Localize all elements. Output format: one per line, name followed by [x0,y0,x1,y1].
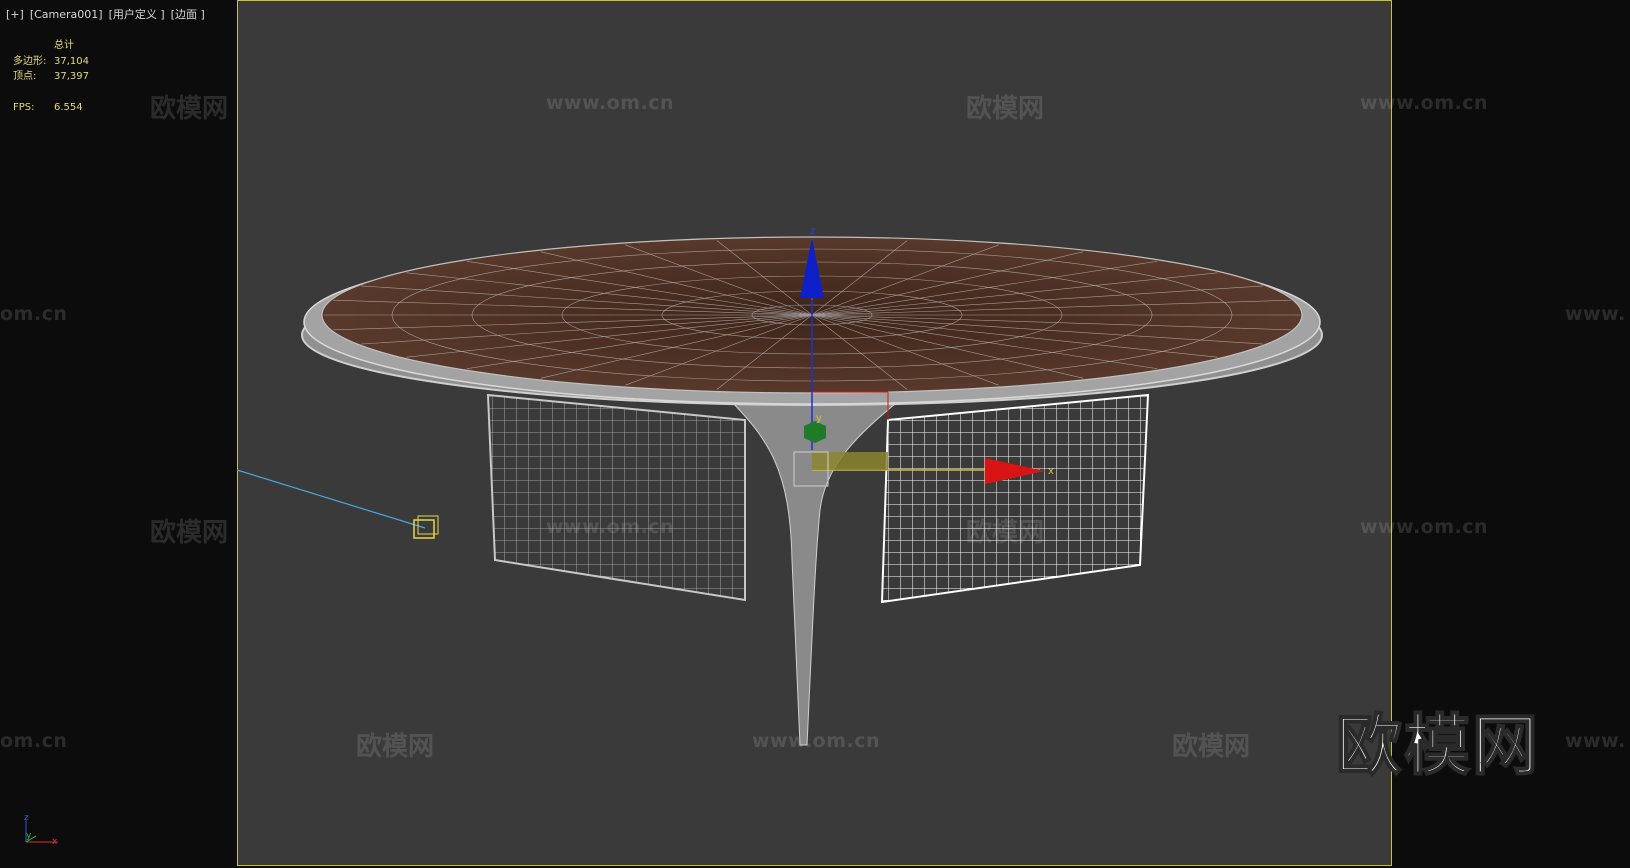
gizmo-y-label: y [816,413,822,424]
table-leg-left[interactable] [486,393,746,602]
brand-logo: 欧模网 [1335,706,1540,785]
light-target-line [236,469,426,529]
table-leg-right[interactable] [880,393,1150,604]
axis-z-label: z [24,813,29,823]
light-helper-icon[interactable] [413,515,439,539]
axis-y-label: y [26,831,32,841]
axis-tripod: z y x [24,813,58,847]
gizmo-xy-plane [812,452,888,470]
axis-x-label: x [52,837,58,847]
gizmo-x-label: x [1048,466,1054,477]
gizmo-z-label: z [810,226,815,237]
